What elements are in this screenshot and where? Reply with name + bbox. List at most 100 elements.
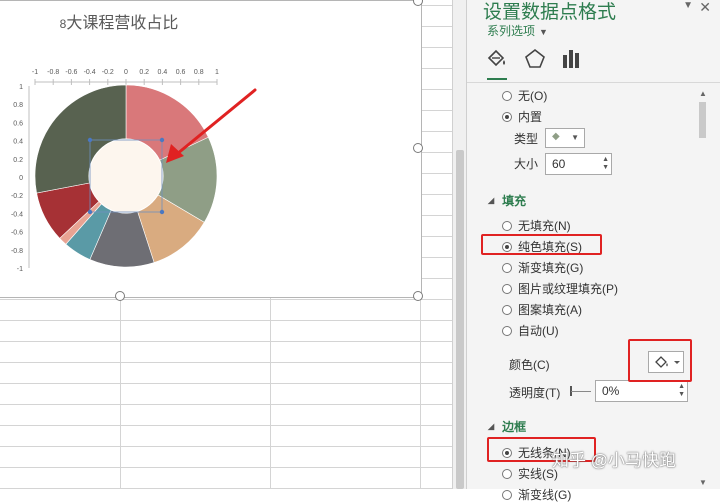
close-icon[interactable]: ✕: [699, 0, 711, 16]
y-tick-label: -0.8: [11, 248, 23, 255]
x-tick-label: 0.8: [194, 69, 204, 76]
chevron-down-icon: ▼: [571, 133, 579, 142]
fill-option-label: 无填充(N): [518, 219, 571, 233]
spin-down-icon[interactable]: ▼: [678, 391, 685, 399]
spin-up-icon[interactable]: ▲: [678, 383, 685, 391]
fill-option-label: 图案填充(A): [518, 303, 582, 317]
marker-type-dropdown[interactable]: ◆ ▼: [545, 128, 585, 148]
radio-button[interactable]: [502, 468, 512, 479]
paint-bucket-icon: [487, 49, 505, 67]
transparency-label: 透明度(T): [509, 386, 561, 400]
y-tick-label: 0.2: [13, 157, 23, 164]
y-tick-label: -1: [17, 266, 23, 273]
spin-up-icon[interactable]: ▲: [602, 156, 609, 164]
scroll-down-icon[interactable]: ▼: [697, 477, 709, 489]
y-tick-label: 1: [19, 84, 23, 91]
y-tick-label: -0.6: [11, 230, 23, 237]
x-tick-label: -0.2: [102, 69, 114, 76]
selection-handle: [159, 209, 165, 215]
pane-scroll-thumb[interactable]: [699, 102, 706, 138]
pane-options-icon[interactable]: ▼: [683, 0, 693, 11]
fill-section-label: 填充: [502, 194, 527, 208]
collapse-triangle-icon: ◢: [488, 196, 495, 205]
x-tick-label: 0.2: [139, 69, 149, 76]
transparency-stepper[interactable]: 0% ▲ ▼: [595, 380, 688, 402]
fill-option-2[interactable]: 渐变填充(G): [502, 259, 583, 276]
marker-builtin-option[interactable]: 内置: [502, 108, 542, 125]
tab-fill-line[interactable]: [484, 46, 510, 80]
chart-area[interactable]: 8大课程营收占比 -1 -0.8 -0.6 -0.4 -0.2 0 0.2 0.4 0.6 0.8…: [0, 0, 423, 301]
fill-option-4[interactable]: 图案填充(A): [502, 301, 582, 318]
sheet-vertical-scrollbar[interactable]: [452, 0, 467, 489]
border-section-header[interactable]: ◢ 边框: [488, 418, 526, 435]
fill-option-label: 图片或纹理填充(P): [518, 282, 618, 296]
tab-effects[interactable]: [522, 46, 548, 72]
radio-button[interactable]: [502, 325, 512, 336]
chart-resize-handle-bottom[interactable]: [115, 291, 125, 301]
fill-option-label: 渐变填充(G): [518, 261, 584, 275]
center-point-marker: [88, 138, 164, 214]
x-tick-label: 0.4: [158, 69, 168, 76]
x-tick-label: -1: [32, 69, 38, 76]
chart-resize-handle-top[interactable]: [413, 0, 423, 6]
highlight-color-button: [628, 339, 692, 382]
marker-none-option[interactable]: 无(O): [502, 87, 547, 104]
radio-button[interactable]: [502, 262, 512, 273]
series-options-label: 系列选项: [487, 24, 536, 38]
tab-series-options[interactable]: [558, 46, 584, 72]
x-tick-label: -0.6: [65, 69, 77, 76]
highlight-solid-fill: [481, 234, 602, 255]
radio-button[interactable]: [502, 283, 512, 294]
radio-button[interactable]: [502, 220, 512, 231]
x-tick-label: -0.8: [47, 69, 59, 76]
marker-builtin-label: 内置: [518, 110, 543, 124]
diamond-marker-icon: ◆: [552, 131, 560, 142]
y-tick-label: 0.8: [13, 102, 23, 109]
selection-handle: [87, 209, 93, 215]
x-tick-label: 0: [124, 69, 128, 76]
y-tick-label: 0.4: [13, 139, 23, 146]
sheet-scroll-thumb[interactable]: [456, 150, 464, 489]
y-tick-label: -0.2: [11, 193, 23, 200]
bar-chart-icon: [563, 50, 579, 68]
collapse-triangle-icon: ◢: [488, 422, 495, 431]
scroll-up-icon[interactable]: ▲: [697, 88, 709, 100]
fill-option-5[interactable]: 自动(U): [502, 322, 559, 339]
marker-size-stepper[interactable]: 60 ▲ ▼: [545, 153, 612, 175]
spin-down-icon[interactable]: ▼: [602, 164, 609, 172]
fill-option-0[interactable]: 无填充(N): [502, 217, 571, 234]
x-tick-label: 0.6: [176, 69, 186, 76]
radio-marker-builtin[interactable]: [502, 111, 512, 122]
selection-handle: [87, 137, 93, 143]
fill-section-header[interactable]: ◢ 填充: [488, 192, 526, 209]
border-option-1[interactable]: 实线(S): [502, 465, 558, 482]
pane-title: 设置数据点格式: [483, 2, 617, 23]
pentagon-icon: [525, 48, 545, 68]
marker-size-value: 60: [552, 157, 566, 171]
doughnut-chart[interactable]: -1 -0.8 -0.6 -0.4 -0.2 0 0.2 0.4 0.6 0.8 1 1 0.8 0.6 0…: [0, 1, 421, 297]
marker-none-label: 无(O): [518, 89, 548, 103]
watermark-text: 知乎 @小马快跑: [552, 451, 676, 470]
transparency-slider-track[interactable]: [571, 391, 591, 392]
fill-option-label: 自动(U): [518, 324, 559, 338]
chart-resize-handle-right[interactable]: [413, 143, 423, 153]
y-tick-label: -0.4: [11, 211, 23, 218]
radio-button[interactable]: [502, 489, 512, 500]
chart-resize-handle-bottom-right[interactable]: [413, 291, 423, 301]
series-options-dropdown[interactable]: 系列选项 ▼: [487, 22, 548, 39]
selection-handle: [159, 137, 165, 143]
fill-option-3[interactable]: 图片或纹理填充(P): [502, 280, 618, 297]
pane-scrollbar[interactable]: ▲ ▼: [697, 88, 709, 489]
radio-button[interactable]: [502, 304, 512, 315]
y-tick-label: 0.6: [13, 120, 23, 127]
radio-marker-none[interactable]: [502, 90, 512, 101]
marker-type-label: 类型: [514, 132, 539, 146]
border-section-label: 边框: [502, 420, 527, 434]
y-tick-label: 0: [19, 175, 23, 182]
x-tick-label: 1: [215, 69, 219, 76]
transparency-value: 0%: [602, 384, 620, 398]
chevron-down-icon: ▼: [539, 27, 548, 37]
marker-size-label: 大小: [514, 157, 539, 171]
color-label: 颜色(C): [509, 358, 550, 372]
x-tick-label: -0.4: [84, 69, 96, 76]
